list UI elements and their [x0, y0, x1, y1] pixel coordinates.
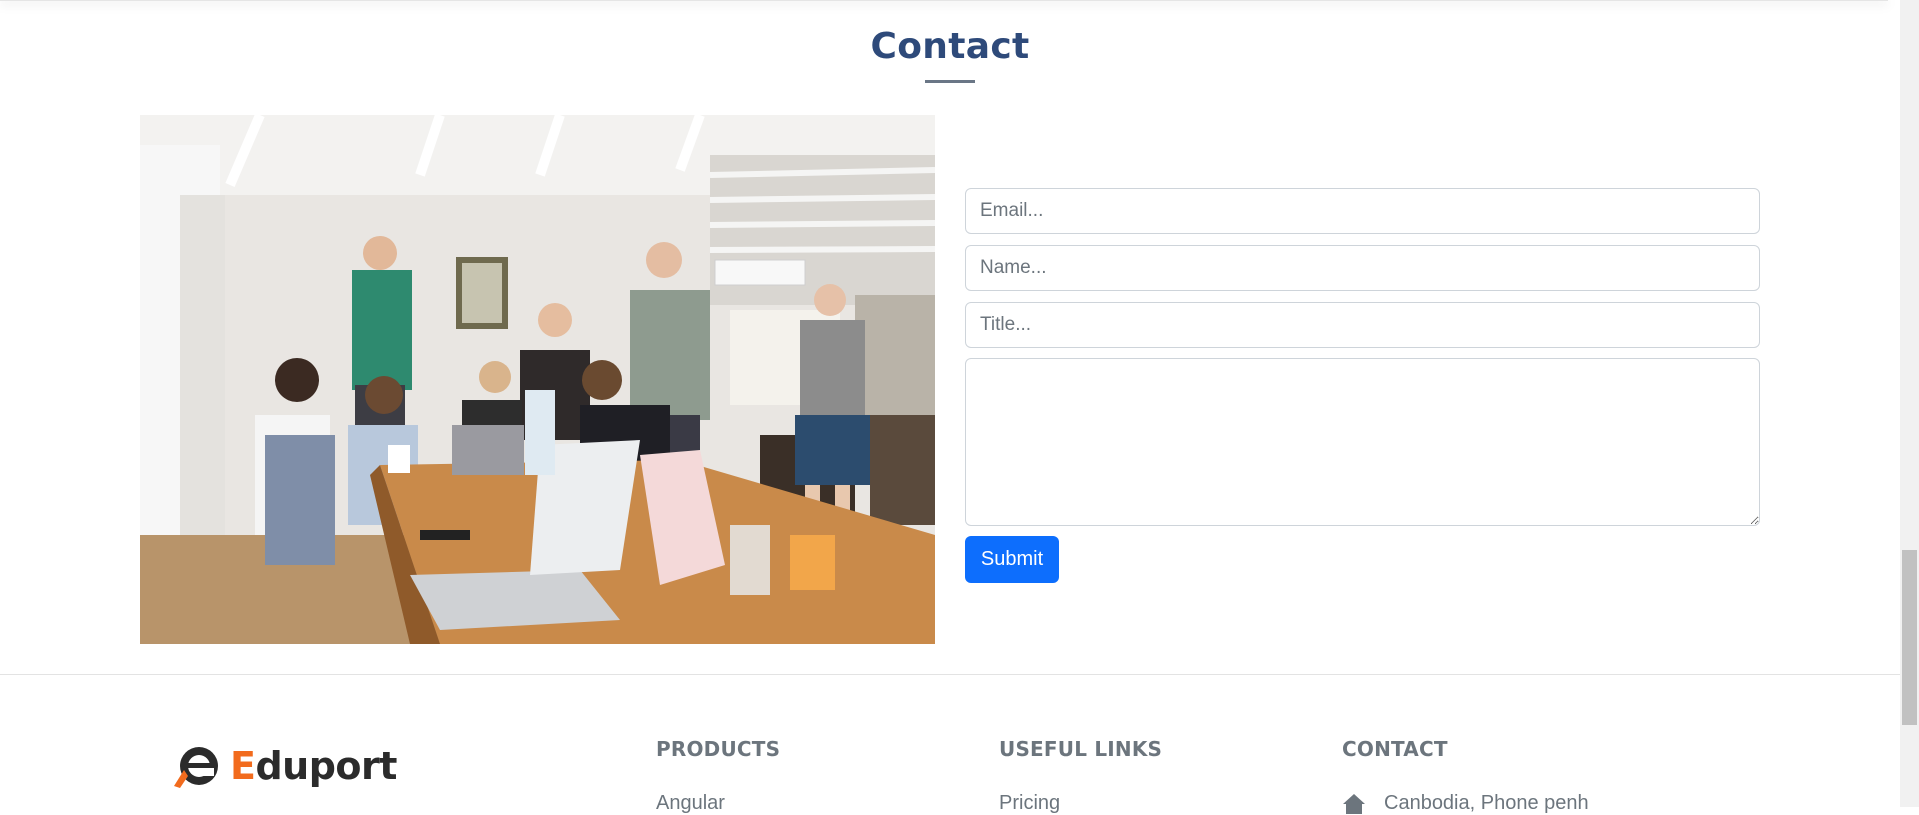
name-input[interactable] — [965, 245, 1760, 291]
scrollbar-thumb[interactable] — [1902, 550, 1917, 725]
title-input[interactable] — [965, 302, 1760, 348]
products-heading: PRODUCTS — [656, 737, 781, 761]
scrollbar[interactable] — [1900, 0, 1919, 807]
title-underline — [925, 80, 975, 83]
contact-address: Canbodia, Phone penh — [1342, 792, 1589, 815]
products-link-angular[interactable]: Angular — [656, 792, 725, 815]
useful-links-heading: USEFUL LINKS — [999, 737, 1163, 761]
contact-photo — [140, 115, 935, 644]
contact-heading: CONTACT — [1342, 737, 1448, 761]
home-icon — [1343, 793, 1365, 814]
email-input[interactable] — [965, 188, 1760, 234]
footer-divider — [0, 674, 1900, 675]
useful-link-pricing[interactable]: Pricing — [999, 792, 1060, 815]
eduport-logo-icon — [174, 747, 218, 788]
submit-button[interactable]: Submit — [965, 536, 1059, 583]
section-title: Contact — [870, 26, 1030, 67]
footer-logo[interactable]: Eduport — [172, 742, 397, 790]
header-shadow-bar — [0, 0, 1888, 1]
logo-text: Eduport — [230, 744, 397, 788]
message-textarea[interactable] — [965, 358, 1760, 526]
